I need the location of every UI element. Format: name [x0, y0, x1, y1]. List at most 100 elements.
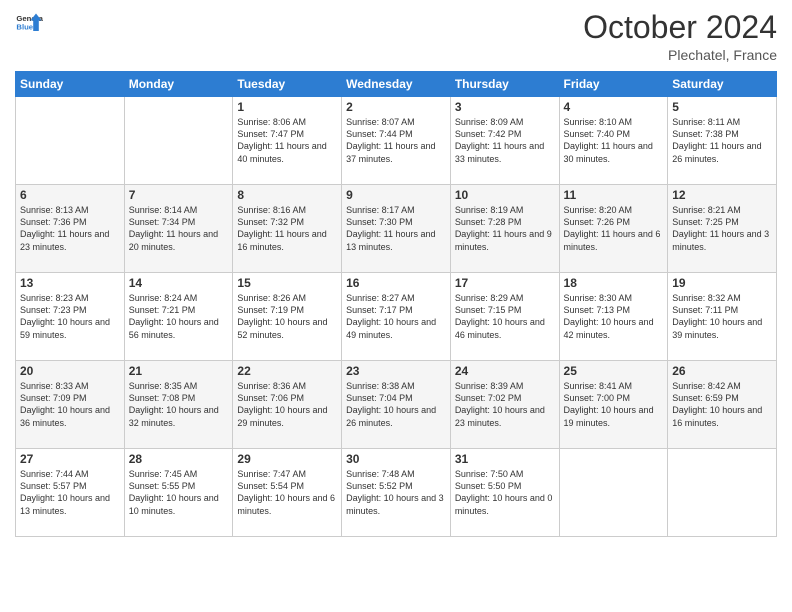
calendar-cell: 21 Sunrise: 8:35 AM Sunset: 7:08 PM Dayli…	[124, 361, 233, 449]
day-number: 11	[564, 188, 664, 202]
day-number: 18	[564, 276, 664, 290]
calendar-page: General Blue October 2024 Plechatel, Fra…	[0, 0, 792, 612]
day-number: 1	[237, 100, 337, 114]
calendar-cell	[124, 97, 233, 185]
day-content: Sunrise: 8:24 AM Sunset: 7:21 PM Dayligh…	[129, 292, 229, 341]
day-content: Sunrise: 8:19 AM Sunset: 7:28 PM Dayligh…	[455, 204, 555, 253]
day-content: Sunrise: 7:45 AM Sunset: 5:55 PM Dayligh…	[129, 468, 229, 517]
calendar-cell: 26Sunrise: 8:42 AM Sunset: 6:59 PM Dayli…	[668, 361, 777, 449]
day-content: Sunrise: 8:10 AM Sunset: 7:40 PM Dayligh…	[564, 116, 664, 165]
header-day-monday: Monday	[124, 72, 233, 97]
day-number: 16	[346, 276, 446, 290]
calendar-cell: 14 Sunrise: 8:24 AM Sunset: 7:21 PM Dayli…	[124, 273, 233, 361]
calendar-cell: 20 Sunrise: 8:33 AM Sunset: 7:09 PM Dayli…	[16, 361, 125, 449]
calendar-cell: 17 Sunrise: 8:29 AM Sunset: 7:15 PM Dayli…	[450, 273, 559, 361]
day-content: Sunrise: 7:47 AM Sunset: 5:54 PM Dayligh…	[237, 468, 337, 517]
day-number: 9	[346, 188, 446, 202]
day-content: Sunrise: 8:23 AM Sunset: 7:23 PM Dayligh…	[20, 292, 120, 341]
calendar-cell: 27 Sunrise: 7:44 AM Sunset: 5:57 PM Dayli…	[16, 449, 125, 537]
day-number: 30	[346, 452, 446, 466]
day-content: Sunrise: 8:36 AM Sunset: 7:06 PM Dayligh…	[237, 380, 337, 429]
week-row-3: 13 Sunrise: 8:23 AM Sunset: 7:23 PM Dayli…	[16, 273, 777, 361]
week-row-4: 20 Sunrise: 8:33 AM Sunset: 7:09 PM Dayli…	[16, 361, 777, 449]
day-number: 25	[564, 364, 664, 378]
calendar-cell	[559, 449, 668, 537]
calendar-cell: 2 Sunrise: 8:07 AM Sunset: 7:44 PM Daylig…	[342, 97, 451, 185]
header-day-thursday: Thursday	[450, 72, 559, 97]
calendar-cell: 9 Sunrise: 8:17 AM Sunset: 7:30 PM Daylig…	[342, 185, 451, 273]
calendar-cell: 25 Sunrise: 8:41 AM Sunset: 7:00 PM Dayli…	[559, 361, 668, 449]
day-content: Sunrise: 8:13 AM Sunset: 7:36 PM Dayligh…	[20, 204, 120, 253]
day-number: 21	[129, 364, 229, 378]
calendar-cell: 22 Sunrise: 8:36 AM Sunset: 7:06 PM Dayli…	[233, 361, 342, 449]
day-content: Sunrise: 7:50 AM Sunset: 5:50 PM Dayligh…	[455, 468, 555, 517]
day-content: Sunrise: 8:16 AM Sunset: 7:32 PM Dayligh…	[237, 204, 337, 253]
location-title: Plechatel, France	[583, 47, 777, 63]
calendar-cell: 23 Sunrise: 8:38 AM Sunset: 7:04 PM Dayli…	[342, 361, 451, 449]
title-block: October 2024 Plechatel, France	[583, 10, 777, 63]
day-content: Sunrise: 8:38 AM Sunset: 7:04 PM Dayligh…	[346, 380, 446, 429]
calendar-cell: 31 Sunrise: 7:50 AM Sunset: 5:50 PM Dayli…	[450, 449, 559, 537]
day-content: Sunrise: 8:32 AM Sunset: 7:11 PM Dayligh…	[672, 292, 772, 341]
calendar-cell: 11 Sunrise: 8:20 AM Sunset: 7:26 PM Dayli…	[559, 185, 668, 273]
logo: General Blue	[15, 10, 43, 38]
header-row: SundayMondayTuesdayWednesdayThursdayFrid…	[16, 72, 777, 97]
header-day-saturday: Saturday	[668, 72, 777, 97]
day-number: 4	[564, 100, 664, 114]
day-content: Sunrise: 8:29 AM Sunset: 7:15 PM Dayligh…	[455, 292, 555, 341]
calendar-cell: 15Sunrise: 8:26 AM Sunset: 7:19 PM Dayli…	[233, 273, 342, 361]
day-number: 23	[346, 364, 446, 378]
day-number: 13	[20, 276, 120, 290]
calendar-cell: 5 Sunrise: 8:11 AM Sunset: 7:38 PM Daylig…	[668, 97, 777, 185]
logo-icon: General Blue	[15, 10, 43, 38]
day-content: Sunrise: 8:14 AM Sunset: 7:34 PM Dayligh…	[129, 204, 229, 253]
calendar-cell	[668, 449, 777, 537]
day-number: 20	[20, 364, 120, 378]
day-number: 19	[672, 276, 772, 290]
calendar-cell	[16, 97, 125, 185]
day-content: Sunrise: 8:30 AM Sunset: 7:13 PM Dayligh…	[564, 292, 664, 341]
day-number: 15	[237, 276, 337, 290]
calendar-cell: 4 Sunrise: 8:10 AM Sunset: 7:40 PM Daylig…	[559, 97, 668, 185]
header-day-sunday: Sunday	[16, 72, 125, 97]
day-content: Sunrise: 8:06 AM Sunset: 7:47 PM Dayligh…	[237, 116, 337, 165]
day-content: Sunrise: 8:17 AM Sunset: 7:30 PM Dayligh…	[346, 204, 446, 253]
calendar-cell: 6 Sunrise: 8:13 AM Sunset: 7:36 PM Daylig…	[16, 185, 125, 273]
calendar-cell: 29Sunrise: 7:47 AM Sunset: 5:54 PM Dayli…	[233, 449, 342, 537]
day-number: 6	[20, 188, 120, 202]
day-number: 24	[455, 364, 555, 378]
day-content: Sunrise: 8:20 AM Sunset: 7:26 PM Dayligh…	[564, 204, 664, 253]
day-content: Sunrise: 8:41 AM Sunset: 7:00 PM Dayligh…	[564, 380, 664, 429]
day-content: Sunrise: 8:35 AM Sunset: 7:08 PM Dayligh…	[129, 380, 229, 429]
day-number: 3	[455, 100, 555, 114]
day-content: Sunrise: 8:39 AM Sunset: 7:02 PM Dayligh…	[455, 380, 555, 429]
day-number: 22	[237, 364, 337, 378]
week-row-2: 6 Sunrise: 8:13 AM Sunset: 7:36 PM Daylig…	[16, 185, 777, 273]
day-number: 14	[129, 276, 229, 290]
svg-text:Blue: Blue	[16, 23, 33, 32]
calendar-cell: 19 Sunrise: 8:32 AM Sunset: 7:11 PM Dayli…	[668, 273, 777, 361]
month-title: October 2024	[583, 10, 777, 45]
calendar-cell: 13 Sunrise: 8:23 AM Sunset: 7:23 PM Dayli…	[16, 273, 125, 361]
day-number: 27	[20, 452, 120, 466]
day-number: 26	[672, 364, 772, 378]
day-content: Sunrise: 7:44 AM Sunset: 5:57 PM Dayligh…	[20, 468, 120, 517]
header-day-wednesday: Wednesday	[342, 72, 451, 97]
calendar-cell: 24 Sunrise: 8:39 AM Sunset: 7:02 PM Dayli…	[450, 361, 559, 449]
day-number: 5	[672, 100, 772, 114]
calendar-cell: 7Sunrise: 8:14 AM Sunset: 7:34 PM Daylig…	[124, 185, 233, 273]
calendar-cell: 18 Sunrise: 8:30 AM Sunset: 7:13 PM Dayli…	[559, 273, 668, 361]
calendar-cell: 10Sunrise: 8:19 AM Sunset: 7:28 PM Dayli…	[450, 185, 559, 273]
day-content: Sunrise: 8:33 AM Sunset: 7:09 PM Dayligh…	[20, 380, 120, 429]
day-content: Sunrise: 8:11 AM Sunset: 7:38 PM Dayligh…	[672, 116, 772, 165]
day-content: Sunrise: 8:07 AM Sunset: 7:44 PM Dayligh…	[346, 116, 446, 165]
calendar-cell: 1 Sunrise: 8:06 AM Sunset: 7:47 PM Daylig…	[233, 97, 342, 185]
day-number: 31	[455, 452, 555, 466]
calendar-cell: 8 Sunrise: 8:16 AM Sunset: 7:32 PM Daylig…	[233, 185, 342, 273]
week-row-1: 1 Sunrise: 8:06 AM Sunset: 7:47 PM Daylig…	[16, 97, 777, 185]
day-number: 8	[237, 188, 337, 202]
calendar-cell: 12Sunrise: 8:21 AM Sunset: 7:25 PM Dayli…	[668, 185, 777, 273]
day-number: 2	[346, 100, 446, 114]
day-number: 12	[672, 188, 772, 202]
day-number: 17	[455, 276, 555, 290]
